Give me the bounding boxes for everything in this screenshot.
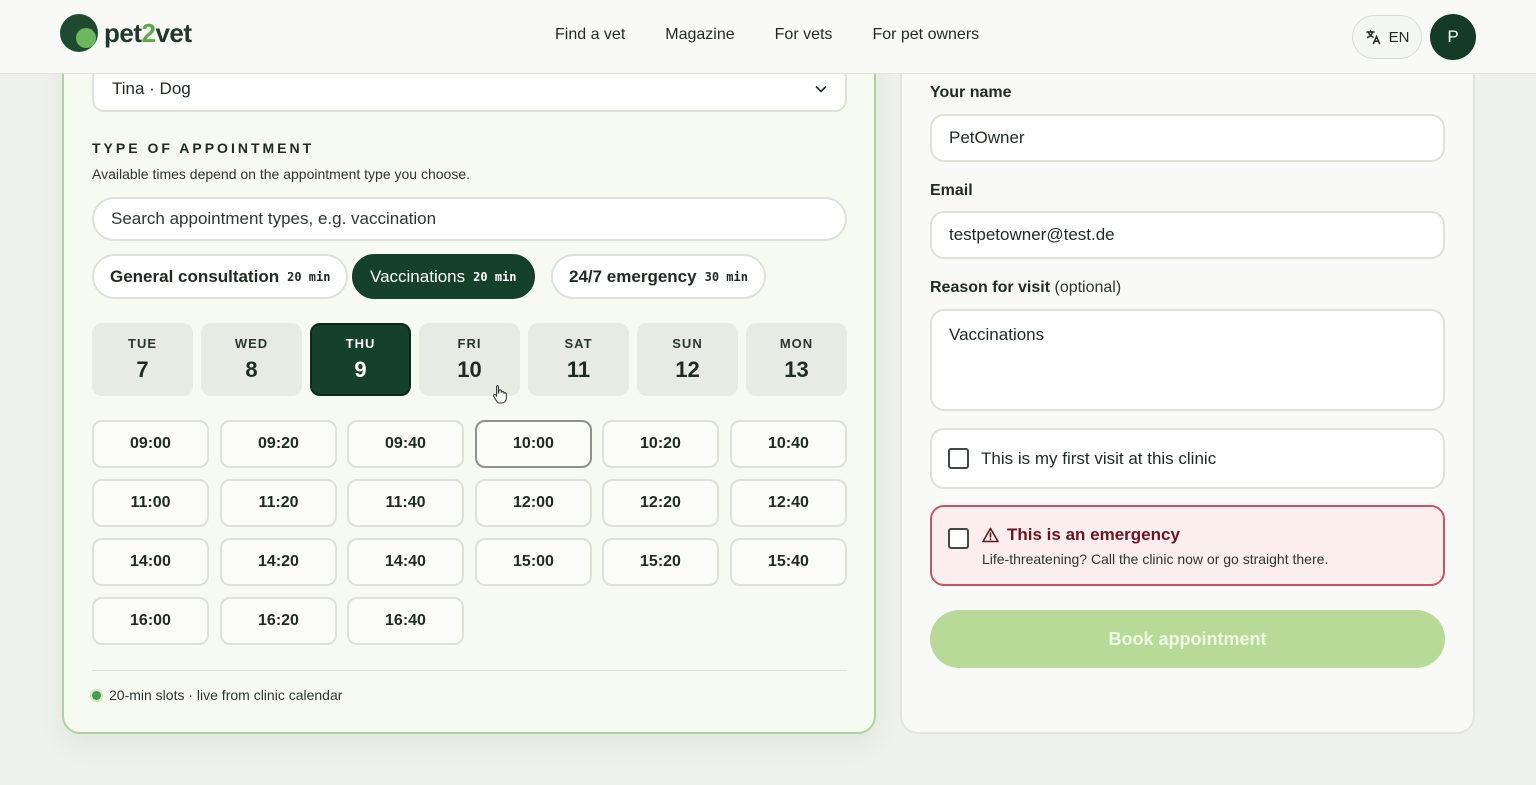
day-number: 9	[354, 357, 367, 382]
day-sat-11[interactable]: SAT 11	[528, 323, 629, 396]
day-weekday: SUN	[672, 336, 703, 351]
time-slot[interactable]: 09:40	[347, 420, 464, 468]
time-slot[interactable]: 15:40	[730, 538, 847, 586]
type-chip-emergency[interactable]: 24/7 emergency 30 min	[551, 254, 766, 299]
chip-label: Vaccinations	[370, 266, 466, 286]
time-slot[interactable]: 14:40	[347, 538, 464, 586]
time-slot[interactable]: 11:00	[92, 479, 209, 527]
nav-find-a-vet[interactable]: Find a vet	[555, 26, 625, 44]
chip-duration: 20 min	[287, 269, 331, 284]
reason-optional-text: (optional)	[1054, 279, 1122, 296]
appointment-type-search-input[interactable]: Search appointment types, e.g. vaccinati…	[92, 197, 847, 241]
live-status-dot-icon	[92, 690, 101, 700]
emergency-description: Life-threatening? Call the clinic now or…	[982, 551, 1329, 567]
day-number: 7	[136, 357, 149, 382]
nav-magazine[interactable]: Magazine	[665, 26, 734, 44]
book-appointment-button[interactable]: Book appointment	[930, 610, 1445, 668]
logo-icon	[60, 14, 98, 52]
emergency-checkbox-row[interactable]: This is an emergency Life-threatening? C…	[930, 505, 1445, 586]
emergency-checkbox[interactable]	[948, 528, 969, 549]
live-calendar-note: 20-min slots · live from clinic calendar	[92, 687, 342, 703]
chip-duration: 20 min	[473, 269, 517, 284]
day-sun-12[interactable]: SUN 12	[637, 323, 738, 396]
day-number: 12	[675, 357, 700, 382]
first-visit-label: This is my first visit at this clinic	[981, 448, 1217, 468]
day-weekday: FRI	[457, 336, 482, 351]
time-slot[interactable]: 11:40	[347, 479, 464, 527]
first-visit-checkbox[interactable]	[948, 448, 969, 469]
email-label: Email	[930, 182, 973, 199]
time-slot[interactable]: 12:00	[475, 479, 592, 527]
time-slot[interactable]: 12:20	[602, 479, 719, 527]
user-avatar[interactable]: P	[1430, 14, 1476, 60]
day-thu-9[interactable]: THU 9	[310, 323, 411, 396]
nav-for-pet-owners[interactable]: For pet owners	[872, 26, 979, 44]
day-number: 13	[784, 357, 809, 382]
top-navbar: pet2vet Find a vet Magazine For vets For…	[0, 0, 1536, 74]
time-slot[interactable]: 16:40	[347, 597, 464, 645]
reason-textarea[interactable]: Vaccinations	[930, 309, 1445, 411]
type-chip-vaccinations[interactable]: Vaccinations 20 min	[352, 254, 535, 299]
booking-form-card: Your name PetOwner Email testpetowner@te…	[900, 40, 1475, 734]
main-nav: Find a vet Magazine For vets For pet own…	[555, 26, 979, 44]
divider	[92, 670, 847, 671]
day-number: 10	[457, 357, 482, 382]
chevron-down-icon	[815, 85, 827, 93]
day-weekday: TUE	[128, 336, 157, 351]
time-slot[interactable]: 15:20	[602, 538, 719, 586]
time-slot[interactable]: 11:20	[220, 479, 337, 527]
day-weekday: WED	[234, 336, 269, 351]
nav-for-vets[interactable]: For vets	[775, 26, 833, 44]
time-slot[interactable]: 09:20	[220, 420, 337, 468]
time-slot[interactable]: 14:20	[220, 538, 337, 586]
day-wed-8[interactable]: WED 8	[201, 323, 302, 396]
reason-label: Reason for visit (optional)	[930, 279, 1121, 297]
day-mon-13[interactable]: MON 13	[746, 323, 847, 396]
time-slot[interactable]: 14:00	[92, 538, 209, 586]
emergency-title-text: This is an emergency	[1007, 525, 1180, 544]
language-switcher[interactable]: EN	[1352, 15, 1422, 59]
type-chip-general-consultation[interactable]: General consultation 20 min	[92, 254, 349, 299]
time-slot[interactable]: 12:40	[730, 479, 847, 527]
warning-triangle-icon	[982, 527, 999, 543]
chip-label: General consultation	[110, 266, 280, 286]
email-input[interactable]: testpetowner@test.de	[930, 211, 1445, 259]
day-number: 11	[566, 357, 591, 382]
language-label: EN	[1388, 28, 1410, 46]
appointment-type-heading: TYPE OF APPOINTMENT	[92, 140, 315, 156]
hand-cursor-icon	[493, 385, 507, 404]
pet2vet-logo[interactable]: pet2vet	[60, 14, 192, 52]
day-weekday: SAT	[564, 336, 593, 351]
first-visit-checkbox-row[interactable]: This is my first visit at this clinic	[930, 428, 1445, 489]
time-slot[interactable]: 10:00	[475, 420, 592, 468]
chip-label: 24/7 emergency	[569, 266, 697, 286]
name-label: Your name	[930, 84, 1012, 101]
time-slot[interactable]: 10:40	[730, 420, 847, 468]
emergency-title: This is an emergency	[982, 525, 1180, 545]
time-slot[interactable]: 09:00	[92, 420, 209, 468]
live-calendar-text: 20-min slots · live from clinic calendar	[109, 687, 343, 703]
appointment-picker-card: Tina · Dog TYPE OF APPOINTMENT Available…	[62, 40, 876, 734]
pet-select-value: Tina · Dog	[112, 79, 191, 98]
logo-text: pet2vet	[104, 17, 192, 48]
day-weekday: MON	[779, 336, 814, 351]
time-slot[interactable]: 16:20	[220, 597, 337, 645]
day-weekday: THU	[345, 336, 376, 351]
appointment-type-description: Available times depend on the appointmen…	[92, 166, 470, 182]
time-slot[interactable]: 10:20	[602, 420, 719, 468]
translate-icon	[1365, 29, 1380, 45]
name-input[interactable]: PetOwner	[930, 114, 1445, 162]
day-number: 8	[245, 357, 258, 382]
reason-label-text: Reason for visit	[930, 279, 1051, 296]
time-slot[interactable]: 16:00	[92, 597, 209, 645]
time-slot[interactable]: 15:00	[475, 538, 592, 586]
day-tue-7[interactable]: TUE 7	[92, 323, 193, 396]
chip-duration: 30 min	[704, 269, 748, 284]
